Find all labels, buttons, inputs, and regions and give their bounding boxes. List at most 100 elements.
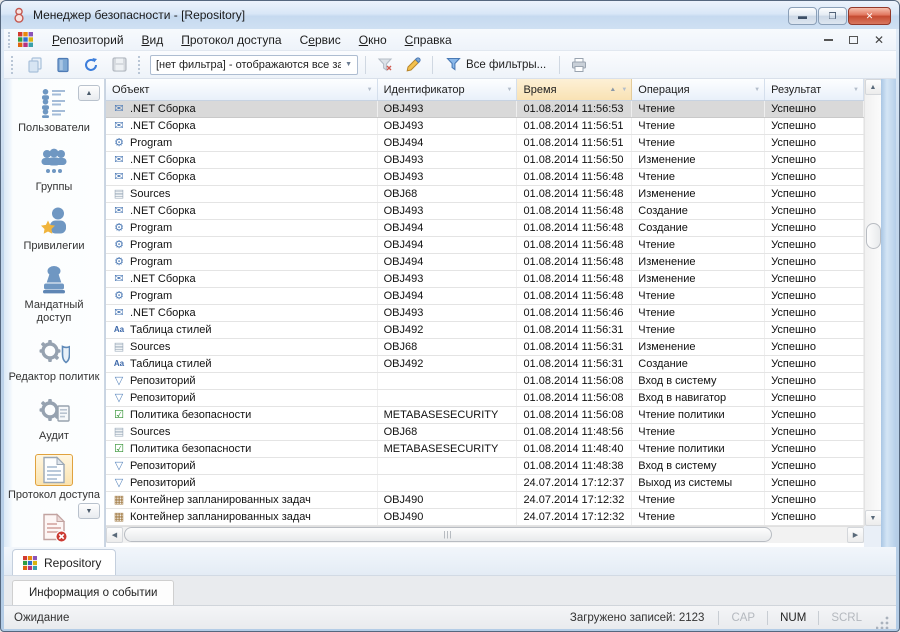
- mdi-close-icon[interactable]: ✕: [874, 35, 884, 45]
- table-row[interactable]: ▽Репозиторий01.08.2014 11:48:38Вход в си…: [106, 458, 864, 475]
- app-grid-icon: [18, 32, 33, 47]
- column-header-result[interactable]: Результат▼: [765, 79, 864, 100]
- table-row[interactable]: ☑Политика безопасностиMETABASESECURITY01…: [106, 407, 864, 424]
- scroll-right-button[interactable]: ▶: [847, 527, 864, 543]
- menu-service[interactable]: Сервис: [291, 31, 350, 49]
- cell-operation: Изменение: [632, 186, 765, 202]
- sidebar-item-access-log[interactable]: Протокол доступа: [6, 454, 102, 502]
- vertical-scroll-thumb[interactable]: [866, 223, 881, 249]
- filter-arrow-icon[interactable]: ▼: [367, 87, 373, 93]
- table-row[interactable]: ⚙ProgramOBJ49401.08.2014 11:56:48Изменен…: [106, 254, 864, 271]
- table-row[interactable]: ⚙ProgramOBJ49401.08.2014 11:56:48ЧтениеУ…: [106, 288, 864, 305]
- table-row[interactable]: ✉.NET СборкаOBJ49301.08.2014 11:56:50Изм…: [106, 152, 864, 169]
- print-button[interactable]: [567, 54, 591, 76]
- menu-help[interactable]: Справка: [396, 31, 461, 49]
- table-row[interactable]: ▦Контейнер запланированных задачOBJ49024…: [106, 492, 864, 509]
- clear-filter-button[interactable]: [373, 54, 397, 76]
- menu-repository[interactable]: Репозиторий: [43, 31, 133, 49]
- table-row[interactable]: ✉.NET СборкаOBJ49301.08.2014 11:56:48Чте…: [106, 169, 864, 186]
- triangle-left-icon: ◀: [112, 531, 117, 539]
- cell-text: Sources: [130, 339, 170, 355]
- table-row[interactable]: ▦Контейнер запланированных задачOBJ49024…: [106, 509, 864, 526]
- mdi-minimize-icon[interactable]: [824, 38, 833, 41]
- table-row[interactable]: AaТаблица стилейOBJ49201.08.2014 11:56:3…: [106, 356, 864, 373]
- navigator-button[interactable]: [51, 54, 75, 76]
- column-header-id[interactable]: Идентификатор▼: [378, 79, 518, 100]
- column-header-operation[interactable]: Операция▼: [632, 79, 765, 100]
- filter-arrow-icon[interactable]: ▼: [506, 87, 512, 93]
- save-button[interactable]: [107, 54, 131, 76]
- tab-event-info[interactable]: Информация о событии: [12, 580, 174, 605]
- resize-grip[interactable]: [876, 615, 890, 629]
- table-row[interactable]: ✉.NET СборкаOBJ49301.08.2014 11:56:51Чте…: [106, 118, 864, 135]
- cell-text: Успешно: [771, 152, 816, 168]
- cell-text: 01.08.2014 11:56:48: [523, 169, 623, 185]
- status-bar: Ожидание Загружено записей: 2123 CAPNUMS…: [4, 605, 896, 629]
- table-row[interactable]: ▤SourcesOBJ6801.08.2014 11:48:56ЧтениеУс…: [106, 424, 864, 441]
- sidebar-item-mandatory-access[interactable]: Мандатный доступ: [6, 264, 102, 325]
- sidebar-item-privileges[interactable]: Привилегии: [6, 205, 102, 253]
- menu-access-log[interactable]: Протокол доступа: [172, 31, 290, 49]
- copy-button[interactable]: [23, 54, 47, 76]
- table-row[interactable]: ✉.NET СборкаOBJ49301.08.2014 11:56:48Изм…: [106, 271, 864, 288]
- edit-filter-button[interactable]: [401, 54, 425, 76]
- info-tab-strip: Информация о событии: [4, 576, 896, 605]
- scroll-left-button[interactable]: ◀: [106, 527, 123, 543]
- filter-arrow-icon[interactable]: ▼: [853, 87, 859, 93]
- cell-id: [378, 475, 518, 491]
- sidebar-scroll-up-button[interactable]: ▲: [78, 85, 100, 101]
- cell-time: 01.08.2014 11:56:53: [517, 101, 632, 117]
- cell-text: 01.08.2014 11:56:50: [523, 152, 623, 168]
- cell-time: 01.08.2014 11:56:31: [517, 356, 632, 372]
- sidebar-item-policy-editor[interactable]: Редактор политик: [6, 336, 102, 384]
- filter-dropdown[interactable]: [нет фильтра] - отображаются все записи …: [150, 55, 358, 75]
- column-header-object[interactable]: Объект▼: [106, 79, 378, 100]
- menu-view[interactable]: Вид: [133, 31, 173, 49]
- cell-text: Чтение: [638, 424, 675, 440]
- horizontal-scrollbar[interactable]: ◀ ||| ▶: [106, 526, 864, 543]
- funnel-icon: [446, 57, 461, 72]
- table-row[interactable]: ⚙ProgramOBJ49401.08.2014 11:56:48ЧтениеУ…: [106, 237, 864, 254]
- table-row[interactable]: ▤SourcesOBJ6801.08.2014 11:56:31Изменени…: [106, 339, 864, 356]
- maximize-button[interactable]: ❐: [818, 7, 847, 25]
- toolbar-grip[interactable]: [11, 56, 16, 74]
- close-button[interactable]: ✕: [848, 7, 891, 25]
- menu-window[interactable]: Окно: [350, 31, 396, 49]
- cell-object: ⚙Program: [106, 254, 378, 270]
- table-row[interactable]: ✉.NET СборкаOBJ49301.08.2014 11:56:46Чте…: [106, 305, 864, 322]
- menubar-grip[interactable]: [8, 32, 13, 48]
- stylesheet-icon: Aa: [112, 323, 126, 337]
- scroll-up-button[interactable]: ▲: [865, 79, 882, 95]
- table-row[interactable]: ⚙ProgramOBJ49401.08.2014 11:56:51ЧтениеУ…: [106, 135, 864, 152]
- horizontal-scroll-thumb[interactable]: |||: [124, 527, 772, 542]
- maximize-icon: ❐: [828, 11, 836, 22]
- cell-text: 01.08.2014 11:56:08: [523, 390, 623, 406]
- toolbar-grip2[interactable]: [138, 56, 143, 74]
- cell-time: 01.08.2014 11:56:51: [517, 118, 632, 134]
- refresh-button[interactable]: [79, 54, 103, 76]
- table-row[interactable]: ✉.NET СборкаOBJ49301.08.2014 11:56:48Соз…: [106, 203, 864, 220]
- mdi-restore-icon[interactable]: [849, 36, 858, 44]
- table-row[interactable]: ▽Репозиторий01.08.2014 11:56:08Вход в на…: [106, 390, 864, 407]
- table-row[interactable]: ⚙ProgramOBJ49401.08.2014 11:56:48Создани…: [106, 220, 864, 237]
- scroll-down-button[interactable]: ▼: [865, 510, 882, 526]
- cell-text: 01.08.2014 11:56:48: [523, 237, 623, 253]
- table-row[interactable]: ✉.NET СборкаOBJ49301.08.2014 11:56:53Чте…: [106, 101, 864, 118]
- table-row[interactable]: ▽Репозиторий24.07.2014 17:12:37Выход из …: [106, 475, 864, 492]
- column-header-time[interactable]: Время▲▼: [517, 79, 632, 100]
- vertical-scrollbar[interactable]: ▲ ▼: [864, 79, 881, 526]
- table-row[interactable]: ▤SourcesOBJ6801.08.2014 11:56:48Изменени…: [106, 186, 864, 203]
- all-filters-button[interactable]: Все фильтры...: [440, 54, 552, 76]
- sidebar-scroll-down-button[interactable]: ▼: [78, 503, 100, 519]
- tab-repository[interactable]: Repository: [12, 549, 116, 575]
- sidebar-item-groups[interactable]: Группы: [6, 146, 102, 194]
- title-bar[interactable]: Менеджер безопасности - [Repository] ▬ ❐…: [1, 1, 899, 29]
- table-row[interactable]: AaТаблица стилейOBJ49201.08.2014 11:56:3…: [106, 322, 864, 339]
- sidebar-item-audit[interactable]: Аудит: [6, 395, 102, 443]
- table-row[interactable]: ▽Репозиторий01.08.2014 11:56:08Вход в си…: [106, 373, 864, 390]
- minimize-button[interactable]: ▬: [788, 7, 817, 25]
- filter-arrow-icon[interactable]: ▼: [754, 87, 760, 93]
- filter-arrow-icon[interactable]: ▼: [621, 87, 627, 93]
- cell-operation: Вход в систему: [632, 373, 765, 389]
- table-row[interactable]: ☑Политика безопасностиMETABASESECURITY01…: [106, 441, 864, 458]
